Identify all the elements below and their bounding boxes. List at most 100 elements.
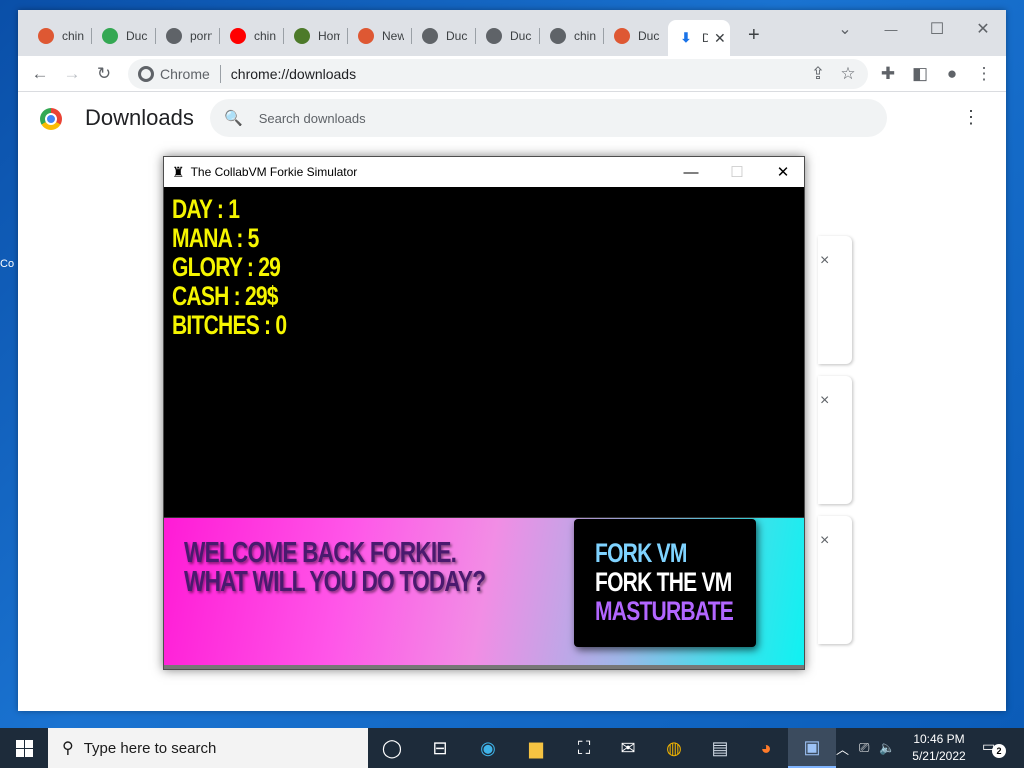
bookmark-star-icon[interactable]: ☆ xyxy=(836,62,860,86)
search-icon: 🔍 xyxy=(224,110,243,127)
remove-download-icon[interactable]: × xyxy=(820,252,829,270)
downloads-more-icon[interactable]: ⋮ xyxy=(962,107,980,128)
chrome-menu-icon[interactable]: ⋮ xyxy=(972,62,996,86)
stat-value: 1 xyxy=(228,194,240,224)
maximize-button[interactable]: ☐ xyxy=(914,14,960,44)
extensions-puzzle-icon[interactable]: ✚ xyxy=(876,62,900,86)
globe-icon xyxy=(166,28,182,44)
tab-title: Duck xyxy=(126,29,148,43)
app-icon: ♜ xyxy=(172,163,185,180)
desktop-icon-label-fragment[interactable]: Co xyxy=(0,258,18,288)
menu-option-fork-vm[interactable]: FORK VM xyxy=(595,538,687,569)
multitask-icon[interactable]: ⊟ xyxy=(416,728,464,768)
back-button[interactable]: ← xyxy=(28,62,52,86)
tab-title: porn xyxy=(190,29,212,43)
clock-date: 5/21/2022 xyxy=(912,749,966,763)
search-icon: ⚲ xyxy=(62,740,74,757)
browser-tab[interactable]: Duck xyxy=(604,22,666,50)
clock-time: 10:46 PM xyxy=(913,732,965,746)
duckduckgo-icon xyxy=(358,28,374,44)
network-icon[interactable]: ⎚ xyxy=(859,740,869,756)
globe-icon xyxy=(486,28,502,44)
menu-option-fork-the-vm[interactable]: FORK THE VM xyxy=(595,567,732,598)
address-bar[interactable]: Chrome chrome://downloads xyxy=(128,59,868,89)
forward-button[interactable]: → xyxy=(60,62,84,86)
taskbar-search-box[interactable]: ⚲ Type here to search xyxy=(48,728,368,768)
browser-tab[interactable]: Duck xyxy=(476,22,538,50)
stat-value: 5 xyxy=(247,223,260,253)
tab-title: Duck xyxy=(446,29,468,43)
youtube-icon xyxy=(230,28,246,44)
windows-logo-icon xyxy=(15,739,33,757)
page-title: Downloads xyxy=(85,105,194,130)
stat-mana: MANA : 5 xyxy=(172,224,286,253)
close-window-button[interactable]: ✕ xyxy=(960,14,1006,44)
duckduckgo-icon xyxy=(614,28,630,44)
generic-app-icon[interactable]: ▤ xyxy=(696,728,744,768)
stat-separator: : xyxy=(211,194,229,224)
desktop-icon-fragment[interactable] xyxy=(0,160,18,190)
globe-icon xyxy=(550,28,566,44)
remove-download-icon[interactable]: × xyxy=(820,392,829,410)
browser-tab[interactable]: Duck xyxy=(412,22,474,50)
tab-downloads-active[interactable]: ⬇ D ✕ xyxy=(668,20,730,56)
omnibox-url[interactable]: chrome://downloads xyxy=(231,66,356,82)
stats-panel: DAY : 1 MANA : 5 GLORY : 29 CASH : 29$ BITCH… xyxy=(172,195,319,340)
store-icon[interactable]: ⛶ xyxy=(560,728,608,768)
thumbnail-icon xyxy=(294,28,310,44)
browser-toolbar: ← → ↻ Chrome chrome://downloads ⇪ ☆ ✚ ◧ … xyxy=(18,56,1006,92)
profile-avatar-icon[interactable]: ● xyxy=(940,62,964,86)
globe-icon xyxy=(422,28,438,44)
app-titlebar[interactable]: ♜ The CollabVM Forkie Simulator — ☐ ✕ xyxy=(164,157,804,187)
chrome-taskbar-icon[interactable]: ◍ xyxy=(650,728,698,768)
tab-search-chevron-icon[interactable]: ⌄ xyxy=(822,14,868,44)
tab-title: chin xyxy=(574,29,596,43)
start-button[interactable] xyxy=(0,728,48,768)
system-tray: ︿ ⎚ 🔈 xyxy=(836,728,896,768)
volume-icon[interactable]: 🔈 xyxy=(879,740,895,756)
task-view-icon[interactable]: ◯ xyxy=(368,728,416,768)
tab-title: New xyxy=(382,29,404,43)
downloads-search-input[interactable]: 🔍 Search downloads xyxy=(210,99,887,137)
close-tab-icon[interactable]: ✕ xyxy=(714,30,726,47)
download-item: × xyxy=(818,376,852,504)
menu-option-masturbate[interactable]: MASTURBATE xyxy=(595,596,734,627)
browser-tab[interactable]: Duck xyxy=(92,22,154,50)
tray-chevron-icon[interactable]: ︿ xyxy=(836,739,849,758)
stat-label: BITCHES xyxy=(172,310,260,340)
tab-title: chin xyxy=(62,29,84,43)
tab-title: Duck xyxy=(510,29,532,43)
mail-icon[interactable]: ✉ xyxy=(604,728,652,768)
browser-tab[interactable]: chin xyxy=(220,22,282,50)
stat-separator: : xyxy=(241,252,259,282)
tab-title: D xyxy=(702,31,708,45)
stat-bitches: BITCHES : 0 xyxy=(172,310,287,340)
browser-tab[interactable]: chin xyxy=(540,22,602,50)
minimize-button[interactable]: — xyxy=(868,14,914,44)
app-close-button[interactable]: ✕ xyxy=(760,157,806,187)
app-maximize-button[interactable]: ☐ xyxy=(714,157,760,187)
browser-tab[interactable]: New xyxy=(348,22,410,50)
edge-icon[interactable]: ◉ xyxy=(464,728,512,768)
share-icon[interactable]: ⇪ xyxy=(806,62,830,86)
browser-tab[interactable]: porn xyxy=(156,22,218,50)
download-icon: ⬇ xyxy=(680,30,692,45)
new-tab-button[interactable]: + xyxy=(748,24,760,47)
stat-value: 0 xyxy=(275,310,287,340)
side-panel-icon[interactable]: ◧ xyxy=(908,62,932,86)
remove-download-icon[interactable]: × xyxy=(820,532,829,550)
tab-strip: chin Duck porn chin Hom New Duck Duck chin Duck ⬇ D… xyxy=(18,10,1006,56)
app-minimize-button[interactable]: — xyxy=(668,157,714,187)
download-item: × xyxy=(818,236,852,364)
clock[interactable]: 10:46 PM 5/21/2022 xyxy=(900,731,978,765)
firefox-icon[interactable]: ◕ xyxy=(742,728,790,768)
file-explorer-icon[interactable]: ▆ xyxy=(512,728,560,768)
welcome-line-2: WHAT WILL YOU DO TODAY? xyxy=(184,566,486,598)
reload-button[interactable]: ↻ xyxy=(92,62,116,86)
forkie-simulator-taskbar-icon[interactable]: ▣ xyxy=(788,728,836,768)
browser-tab[interactable]: Hom xyxy=(284,22,346,50)
browser-tab[interactable]: chin xyxy=(28,22,90,50)
tab-title: Hom xyxy=(318,29,340,43)
notification-center-icon[interactable]: ▭ 2 xyxy=(982,738,1006,758)
tab-title: chin xyxy=(254,29,276,43)
